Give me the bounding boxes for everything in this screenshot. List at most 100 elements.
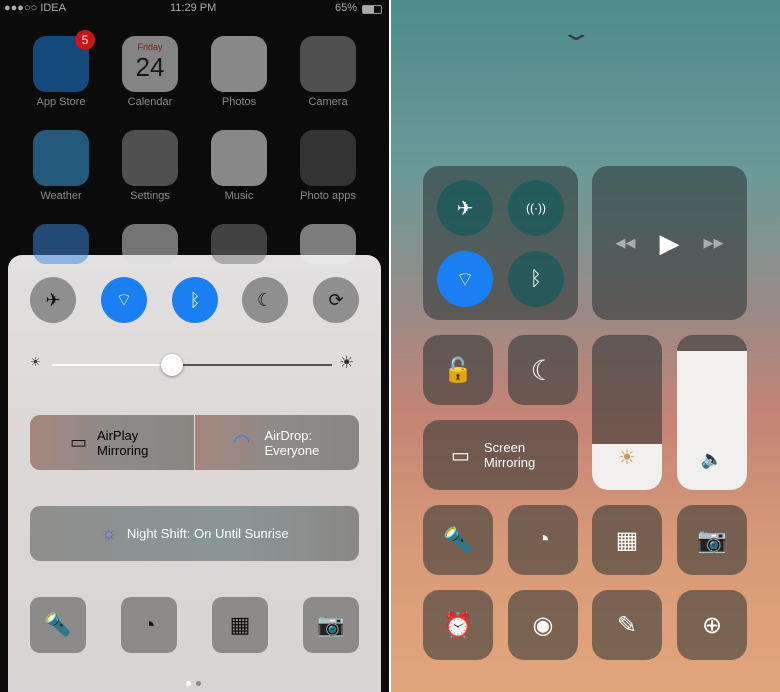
app-icon-7[interactable]: Photo apps bbox=[300, 130, 356, 202]
app-label: Music bbox=[224, 190, 254, 202]
airplay-label: AirPlay bbox=[97, 427, 139, 443]
calculator-icon: ▦ bbox=[615, 526, 639, 554]
camera-button[interactable]: 📷 bbox=[303, 597, 359, 653]
app-icon-partial[interactable] bbox=[300, 224, 356, 264]
battery-icon bbox=[362, 5, 382, 14]
timer-button[interactable]: ◔ bbox=[508, 505, 578, 575]
airplay-label-2: Mirroring bbox=[97, 442, 149, 458]
flashlight-icon: 🔦 bbox=[44, 612, 72, 637]
app-label: Weather bbox=[40, 190, 82, 202]
app-label: Camera bbox=[308, 96, 348, 108]
moon-icon: ☾ bbox=[530, 354, 556, 386]
airplay-button[interactable]: ▭ AirPlay Mirroring bbox=[30, 415, 194, 470]
airdrop-icon: ◠ bbox=[233, 431, 251, 453]
app-icon-4[interactable]: Weather bbox=[33, 130, 89, 202]
airdrop-status: Everyone bbox=[264, 442, 320, 458]
notification-badge: 5 bbox=[75, 30, 95, 50]
control-center-ios10: ☀ ☀ ▭ AirPlay Mirroring ◠ AirDrop: Everyon… bbox=[8, 255, 381, 692]
flashlight-button[interactable]: 🔦 bbox=[423, 505, 493, 575]
app-icon-6[interactable]: Music bbox=[211, 130, 267, 202]
app-glyph bbox=[300, 36, 356, 92]
app-icon-1[interactable]: Friday 24 Calendar bbox=[122, 36, 178, 108]
ios11-screen: ⌄ ✈ ((·)) ⌔ ᛒ ◀◀ ▶ ▶▶ 🔓 ☾ ▭ Screen Mirroring… bbox=[391, 0, 780, 692]
notes-button[interactable]: ✎ bbox=[592, 590, 662, 660]
cellular-toggle[interactable]: ((·)) bbox=[508, 180, 564, 236]
screen-record-icon: ◉ bbox=[532, 611, 554, 639]
brightness-slider[interactable] bbox=[52, 354, 332, 376]
app-glyph bbox=[33, 130, 89, 186]
app-glyph bbox=[122, 130, 178, 186]
bluetooth-icon: ᛒ bbox=[189, 289, 201, 310]
rotation-lock-button[interactable]: 🔓 bbox=[423, 335, 493, 405]
previous-icon[interactable]: ◀◀ bbox=[616, 235, 636, 251]
app-glyph bbox=[211, 36, 267, 92]
do-not-disturb-toggle[interactable]: ☾ bbox=[242, 277, 288, 323]
connectivity-module: ✈ ((·)) ⌔ ᛒ bbox=[423, 166, 578, 320]
night-shift-label: Night Shift: On Until Sunrise bbox=[126, 526, 289, 541]
bluetooth-toggle[interactable]: ᛒ bbox=[172, 277, 218, 323]
clock: 11:29 PM bbox=[170, 2, 217, 14]
bluetooth-icon: ᛒ bbox=[530, 267, 542, 290]
app-glyph: Friday 24 bbox=[122, 36, 178, 92]
cellular-icon: ((·)) bbox=[526, 201, 546, 215]
play-icon[interactable]: ▶ bbox=[660, 228, 680, 259]
next-icon[interactable]: ▶▶ bbox=[704, 235, 724, 251]
flashlight-icon: 🔦 bbox=[443, 526, 473, 554]
rotation-lock-icon: 🔓 bbox=[443, 356, 473, 384]
do-not-disturb-button[interactable]: ☾ bbox=[508, 335, 578, 405]
app-label: App Store bbox=[36, 96, 86, 108]
brightness-low-icon: ☀ bbox=[30, 355, 41, 369]
rotation-lock-toggle[interactable]: ⟳ bbox=[313, 277, 359, 323]
volume-icon: 🔈 bbox=[700, 449, 724, 469]
airdrop-label: AirDrop: bbox=[264, 427, 313, 443]
app-icon-5[interactable]: Settings bbox=[122, 130, 178, 202]
calendar-day: Friday bbox=[137, 42, 163, 52]
app-glyph bbox=[211, 130, 267, 186]
brightness-icon: ☀ bbox=[618, 447, 636, 469]
brightness-thumb[interactable] bbox=[161, 354, 184, 376]
calculator-icon: ▦ bbox=[229, 612, 251, 637]
calculator-button[interactable]: ▦ bbox=[212, 597, 268, 653]
night-shift-icon: ☼ bbox=[100, 523, 117, 543]
wifi-toggle[interactable]: ⌔ bbox=[437, 251, 493, 307]
timer-icon: ◔ bbox=[142, 612, 156, 637]
do-not-disturb-icon: ☾ bbox=[256, 289, 274, 310]
wifi-icon: ⌔ bbox=[455, 268, 475, 291]
carrier: ●●●○○ IDEA bbox=[4, 2, 66, 14]
timer-icon: ◔ bbox=[535, 526, 551, 553]
brightness-high-icon: ☀ bbox=[339, 353, 355, 372]
app-icon-3[interactable]: Camera bbox=[300, 36, 356, 108]
alarm-button[interactable]: ⏰ bbox=[423, 590, 493, 660]
page-dot[interactable] bbox=[196, 681, 201, 686]
bluetooth-toggle[interactable]: ᛒ bbox=[508, 251, 564, 307]
app-icon-partial[interactable] bbox=[33, 224, 89, 264]
airplane-icon: ✈ bbox=[45, 289, 61, 310]
app-icon-partial[interactable] bbox=[211, 224, 267, 264]
app-label: Settings bbox=[130, 190, 170, 202]
airplay-icon: ▭ bbox=[451, 444, 470, 467]
chevron-down-icon[interactable]: ⌄ bbox=[560, 20, 593, 46]
brightness-slider[interactable]: ☀ bbox=[592, 335, 662, 490]
flashlight-button[interactable]: 🔦 bbox=[30, 597, 86, 653]
wifi-toggle[interactable]: ⌔ bbox=[101, 277, 147, 323]
page-dot-active bbox=[186, 681, 191, 686]
camera-icon: 📷 bbox=[697, 526, 727, 554]
magnifier-button[interactable]: ⊕ bbox=[677, 590, 747, 660]
night-shift-button[interactable]: ☼ Night Shift: On Until Sunrise bbox=[30, 506, 359, 561]
volume-slider[interactable]: 🔈 bbox=[677, 335, 747, 490]
screen-record-button[interactable]: ◉ bbox=[508, 590, 578, 660]
screen-mirroring-button[interactable]: ▭ Screen Mirroring bbox=[423, 420, 578, 490]
airplane-toggle[interactable]: ✈ bbox=[437, 180, 493, 236]
app-label: Photo apps bbox=[300, 190, 356, 202]
airplane-toggle[interactable]: ✈ bbox=[30, 277, 76, 323]
camera-button[interactable]: 📷 bbox=[677, 505, 747, 575]
airplay-icon: ▭ bbox=[70, 432, 88, 452]
app-icon-partial[interactable] bbox=[122, 224, 178, 264]
airdrop-button[interactable]: ◠ AirDrop: Everyone bbox=[195, 415, 359, 470]
screen-mirroring-label-2: Mirroring bbox=[483, 455, 536, 470]
app-icon-2[interactable]: Photos bbox=[211, 36, 267, 108]
app-label: Calendar bbox=[127, 96, 173, 108]
app-icon-0[interactable]: App Store 5 bbox=[33, 30, 95, 108]
timer-button[interactable]: ◔ bbox=[121, 597, 177, 653]
calculator-button[interactable]: ▦ bbox=[592, 505, 662, 575]
